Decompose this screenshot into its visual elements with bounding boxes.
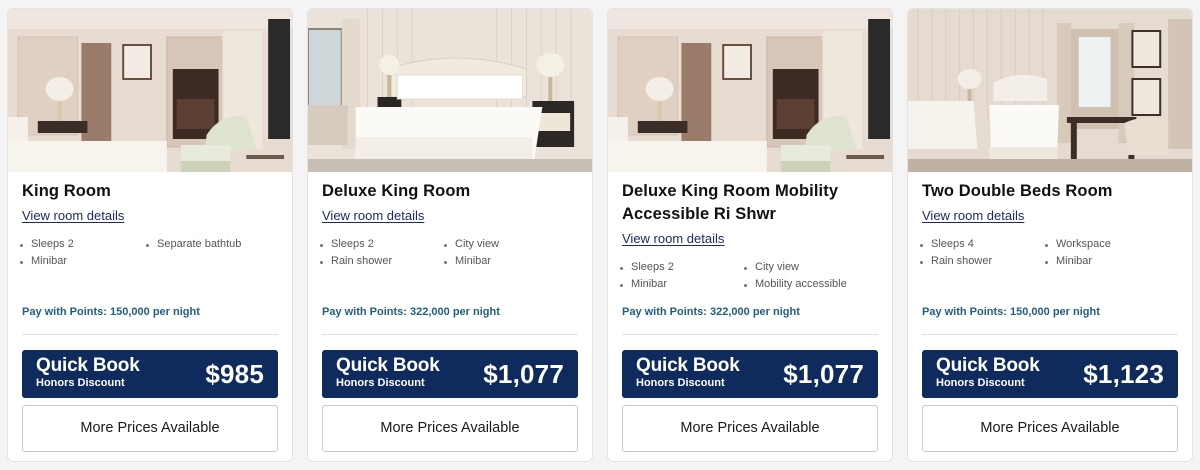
room-card-two-double-beds: Two Double Beds Room View room details S… bbox=[907, 8, 1193, 462]
room-photo-deluxe-king-accessible[interactable] bbox=[608, 9, 892, 172]
quick-book-label: Quick Book bbox=[336, 355, 440, 376]
quick-book-label: Quick Book bbox=[936, 355, 1040, 376]
quick-book-button[interactable]: Quick Book Honors Discount $985 bbox=[22, 350, 278, 398]
room-card-king: King Room View room details Sleeps 2 Sep… bbox=[7, 8, 293, 462]
honors-discount-label: Honors Discount bbox=[36, 377, 125, 389]
amenity-item: Minibar bbox=[1045, 255, 1092, 267]
amenity-item: Minibar bbox=[444, 255, 491, 267]
more-prices-button[interactable]: More Prices Available bbox=[22, 405, 278, 452]
quick-book-button[interactable]: Quick Book Honors Discount $1,077 bbox=[322, 350, 578, 398]
room-name: Deluxe King Room bbox=[322, 182, 471, 200]
amenity-item: Rain shower bbox=[920, 255, 992, 267]
amenity-item: Sleeps 4 bbox=[920, 238, 974, 250]
room-photo-image bbox=[608, 9, 892, 172]
more-prices-button[interactable]: More Prices Available bbox=[922, 405, 1178, 452]
amenity-item: Rain shower bbox=[320, 255, 392, 267]
amenity-item: Separate bathtub bbox=[146, 238, 241, 250]
quick-book-button[interactable]: Quick Book Honors Discount $1,123 bbox=[922, 350, 1178, 398]
room-price: $1,077 bbox=[783, 359, 864, 389]
amenity-item: City view bbox=[744, 261, 799, 273]
quick-book-button[interactable]: Quick Book Honors Discount $1,077 bbox=[622, 350, 878, 398]
room-name: Two Double Beds Room bbox=[922, 182, 1113, 200]
quick-book-label: Quick Book bbox=[636, 355, 740, 376]
divider bbox=[622, 334, 878, 335]
divider bbox=[22, 334, 278, 335]
amenity-item: Workspace bbox=[1045, 238, 1111, 250]
room-photo-image bbox=[8, 9, 292, 172]
room-price: $1,077 bbox=[483, 359, 564, 389]
room-name: Deluxe King Room Mobility Accessible Ri … bbox=[622, 182, 839, 223]
divider bbox=[322, 334, 578, 335]
pay-with-points-text: Pay with Points: 322,000 per night bbox=[622, 306, 800, 318]
room-photo-image bbox=[308, 9, 592, 172]
view-room-details-link[interactable]: View room details bbox=[322, 208, 424, 223]
pay-with-points-text: Pay with Points: 322,000 per night bbox=[322, 306, 500, 318]
pay-with-points-text: Pay with Points: 150,000 per night bbox=[922, 306, 1100, 318]
amenity-item: Sleeps 2 bbox=[20, 238, 74, 250]
divider bbox=[922, 334, 1178, 335]
amenity-item: Mobility accessible bbox=[744, 278, 847, 290]
pay-with-points-text: Pay with Points: 150,000 per night bbox=[22, 306, 200, 318]
amenity-item: Minibar bbox=[20, 255, 67, 267]
view-room-details-link[interactable]: View room details bbox=[22, 208, 124, 223]
honors-discount-label: Honors Discount bbox=[336, 377, 425, 389]
room-photo-two-double-beds[interactable] bbox=[908, 9, 1192, 172]
room-name: King Room bbox=[22, 182, 111, 200]
room-price: $1,123 bbox=[1083, 359, 1164, 389]
room-photo-king[interactable] bbox=[8, 9, 292, 172]
more-prices-button[interactable]: More Prices Available bbox=[322, 405, 578, 452]
honors-discount-label: Honors Discount bbox=[636, 377, 725, 389]
amenity-item: Sleeps 2 bbox=[320, 238, 374, 250]
amenity-item: Sleeps 2 bbox=[620, 261, 674, 273]
amenity-item: Minibar bbox=[620, 278, 667, 290]
amenity-item: City view bbox=[444, 238, 499, 250]
room-price: $985 bbox=[205, 359, 264, 389]
view-room-details-link[interactable]: View room details bbox=[622, 231, 724, 246]
room-photo-deluxe-king[interactable] bbox=[308, 9, 592, 172]
room-card-deluxe-king: Deluxe King Room View room details Sleep… bbox=[307, 8, 593, 462]
room-photo-image bbox=[908, 9, 1192, 172]
view-room-details-link[interactable]: View room details bbox=[922, 208, 1024, 223]
more-prices-button[interactable]: More Prices Available bbox=[622, 405, 878, 452]
honors-discount-label: Honors Discount bbox=[936, 377, 1025, 389]
quick-book-label: Quick Book bbox=[36, 355, 140, 376]
room-card-deluxe-king-accessible: Deluxe King Room Mobility Accessible Ri … bbox=[607, 8, 893, 462]
